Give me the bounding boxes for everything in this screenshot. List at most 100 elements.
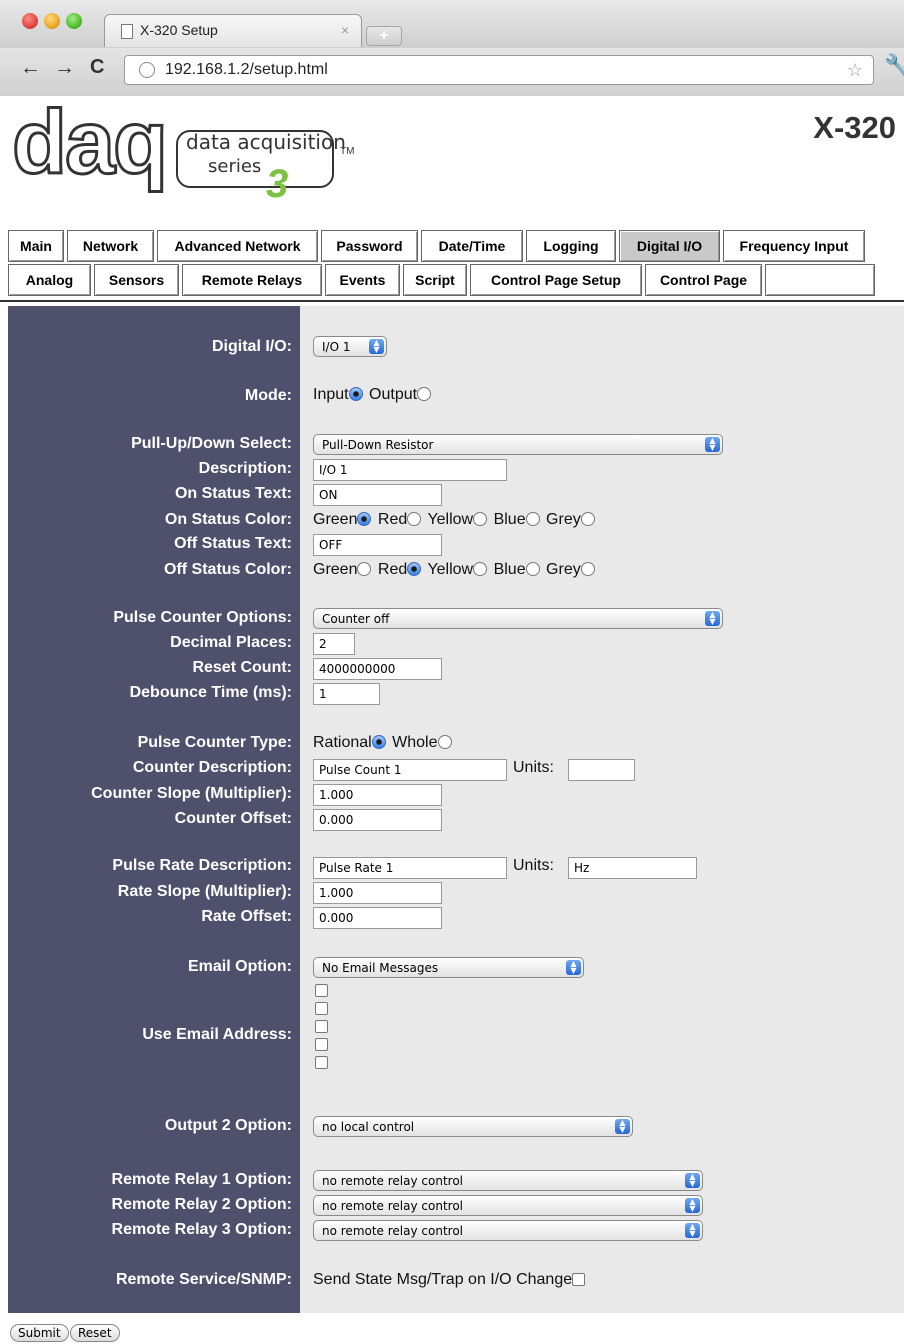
on-color-radios: Green Red Yellow Blue Grey xyxy=(313,511,597,529)
whole-radio[interactable] xyxy=(437,735,452,749)
counter-desc-input[interactable]: Pulse Count 1 xyxy=(313,759,507,781)
rate-units-label: Units: xyxy=(513,857,554,874)
relay1-value: no remote relay control xyxy=(322,1174,463,1188)
close-window-button[interactable] xyxy=(22,13,38,29)
tab-logging[interactable]: Logging xyxy=(526,230,616,262)
on-green-label: Green xyxy=(313,511,358,528)
address-bar[interactable]: 192.168.1.2/setup.html ☆ xyxy=(124,55,874,85)
tab-date-time[interactable]: Date/Time xyxy=(421,230,523,262)
off-blue-label: Blue xyxy=(493,561,526,578)
mode-radios: Input Output xyxy=(313,386,433,404)
relay2-select[interactable]: no remote relay control ▲ ▼ xyxy=(313,1195,703,1216)
zoom-window-button[interactable] xyxy=(66,13,82,29)
browser-tab[interactable]: X-320 Setup × xyxy=(104,14,362,47)
wrench-icon[interactable]: 🔧 xyxy=(884,53,904,79)
off-green-radio[interactable] xyxy=(357,562,372,576)
description-input[interactable]: I/O 1 xyxy=(313,459,507,481)
counter-slope-input[interactable]: 1.000 xyxy=(313,784,442,806)
pulse-options-label: Pulse Counter Options: xyxy=(113,609,292,626)
reset-count-input[interactable]: 4000000000 xyxy=(313,658,442,680)
tab-password[interactable]: Password xyxy=(321,230,418,262)
off-grey-radio[interactable] xyxy=(580,562,595,576)
email-address-1-checkbox[interactable] xyxy=(315,984,328,997)
on-grey-radio[interactable] xyxy=(580,512,595,526)
relay1-select[interactable]: no remote relay control ▲ ▼ xyxy=(313,1170,703,1191)
email-address-3-checkbox[interactable] xyxy=(315,1020,328,1033)
email-option-label: Email Option: xyxy=(188,958,292,975)
relay3-select[interactable]: no remote relay control ▲ ▼ xyxy=(313,1220,703,1241)
counter-units-input[interactable] xyxy=(568,759,635,781)
tab-frequency-input[interactable]: Frequency Input xyxy=(723,230,865,262)
decimal-places-input[interactable]: 2 xyxy=(313,633,355,655)
pulse-options-select[interactable]: Counter off ▲ ▼ xyxy=(313,608,723,629)
rate-desc-input[interactable]: Pulse Rate 1 xyxy=(313,857,507,879)
tab-network[interactable]: Network xyxy=(67,230,154,262)
mode-output-radio[interactable] xyxy=(417,387,432,401)
rate-slope-label: Rate Slope (Multiplier): xyxy=(117,883,292,900)
rate-offset-input[interactable]: 0.000 xyxy=(313,907,442,929)
page-title: X-320 xyxy=(813,110,896,145)
logo-trademark: TM xyxy=(340,146,355,157)
snmp-checkbox[interactable] xyxy=(572,1273,586,1286)
forward-arrow-icon[interactable]: → xyxy=(54,56,75,80)
logo-word: daq xyxy=(10,92,169,195)
toolbar: ← → C 192.168.1.2/setup.html ☆ xyxy=(0,48,904,96)
star-icon[interactable]: ☆ xyxy=(847,60,863,81)
email-address-5-checkbox[interactable] xyxy=(315,1056,328,1069)
output2-value: no local control xyxy=(322,1120,415,1134)
select-arrows-icon: ▲ ▼ xyxy=(566,960,581,975)
reset-button[interactable]: Reset xyxy=(70,1324,120,1342)
select-arrows-icon: ▲ ▼ xyxy=(685,1198,700,1213)
tab-control-page-setup[interactable]: Control Page Setup xyxy=(470,264,642,296)
on-green-radio[interactable] xyxy=(357,512,372,526)
snmp-text: Send State Msg/Trap on I/O Change xyxy=(313,1271,573,1288)
rate-slope-input[interactable]: 1.000 xyxy=(313,882,442,904)
tab-script[interactable]: Script xyxy=(403,264,467,296)
tab-main[interactable]: Main xyxy=(8,230,64,262)
output2-select[interactable]: no local control ▲ ▼ xyxy=(313,1116,633,1137)
back-arrow-icon[interactable]: ← xyxy=(20,56,41,80)
counter-offset-input[interactable]: 0.000 xyxy=(313,809,442,831)
off-text-label: Off Status Text: xyxy=(174,535,292,552)
rational-radio[interactable] xyxy=(371,735,386,749)
tab-remote-relays[interactable]: Remote Relays xyxy=(182,264,322,296)
tab-analog[interactable]: Analog xyxy=(8,264,91,296)
rate-desc-label: Pulse Rate Description: xyxy=(112,857,292,874)
pull-select[interactable]: Pull-Down Resistor ▲ ▼ xyxy=(313,434,723,455)
mode-input-label: Input xyxy=(313,386,349,403)
off-color-label: Off Status Color: xyxy=(164,561,292,578)
close-icon[interactable]: × xyxy=(341,22,349,38)
select-arrows-icon: ▲ ▼ xyxy=(369,339,384,354)
minimize-window-button[interactable] xyxy=(44,13,60,29)
off-green-label: Green xyxy=(313,561,358,578)
rate-units-input[interactable]: Hz xyxy=(568,857,697,879)
tab-events[interactable]: Events xyxy=(325,264,400,296)
on-yellow-radio[interactable] xyxy=(473,512,488,526)
email-address-2-checkbox[interactable] xyxy=(315,1002,328,1015)
off-text-input[interactable]: OFF xyxy=(313,534,442,556)
mode-input-radio[interactable] xyxy=(348,387,363,401)
tab-advanced-network[interactable]: Advanced Network xyxy=(157,230,318,262)
on-blue-radio[interactable] xyxy=(525,512,540,526)
on-grey-label: Grey xyxy=(546,511,581,528)
email-address-4-checkbox[interactable] xyxy=(315,1038,328,1051)
email-option-select[interactable]: No Email Messages ▲ ▼ xyxy=(313,957,584,978)
on-text-input[interactable]: ON xyxy=(313,484,442,506)
reload-icon[interactable]: C xyxy=(90,56,104,79)
digital-io-select[interactable]: I/O 1 ▲ ▼ xyxy=(313,336,387,357)
browser-chrome: X-320 Setup × + ← → C 192.168.1.2/setup.… xyxy=(0,0,904,96)
off-red-radio[interactable] xyxy=(407,562,422,576)
on-text-label: On Status Text: xyxy=(174,485,292,502)
submit-button[interactable]: Submit xyxy=(10,1324,69,1342)
nav-row-2: Analog Sensors Remote Relays Events Scri… xyxy=(8,264,898,296)
relay2-label: Remote Relay 2 Option: xyxy=(111,1196,292,1213)
tab-control-page[interactable]: Control Page xyxy=(645,264,762,296)
debounce-input[interactable]: 1 xyxy=(313,683,380,705)
tab-digital-io[interactable]: Digital I/O xyxy=(619,230,720,262)
new-tab-button[interactable]: + xyxy=(366,26,402,46)
tab-sensors[interactable]: Sensors xyxy=(94,264,179,296)
on-red-radio[interactable] xyxy=(407,512,422,526)
off-yellow-radio[interactable] xyxy=(473,562,488,576)
off-blue-radio[interactable] xyxy=(525,562,540,576)
counter-offset-label: Counter Offset: xyxy=(174,810,292,827)
